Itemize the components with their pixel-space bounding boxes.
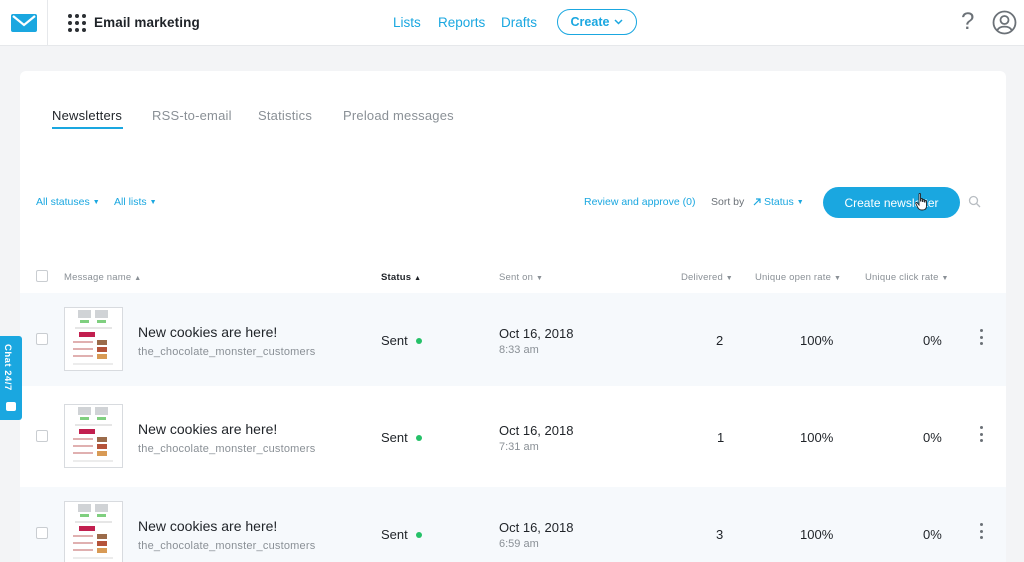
nav-lists[interactable]: Lists bbox=[393, 15, 421, 30]
status-cell: Sent bbox=[381, 527, 422, 542]
filter-statuses-label: All statuses bbox=[36, 196, 90, 208]
table-row[interactable]: New cookies are here! the_chocolate_mons… bbox=[20, 487, 1006, 562]
column-header-delivered[interactable]: Delivered ▼ bbox=[681, 272, 733, 283]
delivered-count: 1 bbox=[717, 430, 725, 445]
sort-by-select[interactable]: Status ▼ bbox=[753, 196, 804, 208]
sent-date: Oct 16, 2018 bbox=[499, 326, 574, 341]
review-and-approve-link[interactable]: Review and approve (0) bbox=[584, 196, 695, 208]
message-list: the_chocolate_monster_customers bbox=[138, 540, 316, 552]
active-tab-indicator bbox=[52, 127, 123, 129]
nav-reports[interactable]: Reports bbox=[438, 15, 485, 30]
tab-statistics[interactable]: Statistics bbox=[258, 108, 312, 123]
select-all-checkbox[interactable] bbox=[36, 270, 48, 282]
column-header-message-name[interactable]: Message name ▲ bbox=[64, 272, 141, 283]
create-newsletter-button[interactable]: Create newsletter bbox=[823, 187, 960, 218]
filter-lists-label: All lists bbox=[114, 196, 147, 208]
logo-envelope-icon[interactable] bbox=[0, 0, 48, 46]
sort-arrow-icon bbox=[753, 198, 761, 206]
help-icon[interactable]: ? bbox=[961, 8, 974, 36]
row-checkbox[interactable] bbox=[36, 333, 48, 345]
tab-preload-messages[interactable]: Preload messages bbox=[343, 108, 454, 123]
message-list: the_chocolate_monster_customers bbox=[138, 443, 316, 455]
status-cell: Sent bbox=[381, 430, 422, 445]
open-rate: 100% bbox=[800, 527, 834, 542]
hand-cursor-icon bbox=[915, 193, 927, 211]
click-rate: 0% bbox=[923, 527, 942, 542]
column-header-unique-open-rate[interactable]: Unique open rate ▼ bbox=[755, 272, 841, 283]
delivered-count: 3 bbox=[716, 527, 724, 542]
create-label: Create bbox=[570, 15, 610, 29]
newsletter-thumbnail bbox=[64, 307, 123, 371]
sent-date: Oct 16, 2018 bbox=[499, 520, 574, 535]
caret-down-icon: ▼ bbox=[796, 198, 804, 206]
sent-time: 6:59 am bbox=[499, 538, 539, 550]
sort-by-value: Status bbox=[764, 196, 794, 208]
apps-grid-icon[interactable] bbox=[68, 14, 86, 32]
click-rate: 0% bbox=[923, 430, 942, 445]
kebab-menu-icon[interactable] bbox=[979, 426, 983, 442]
tab-newsletters[interactable]: Newsletters bbox=[52, 108, 122, 123]
message-name[interactable]: New cookies are here! bbox=[138, 324, 277, 340]
filter-lists[interactable]: All lists ▼ bbox=[114, 196, 157, 208]
column-header-unique-click-rate[interactable]: Unique click rate ▼ bbox=[865, 272, 949, 283]
table-row[interactable]: New cookies are here! the_chocolate_mons… bbox=[20, 390, 1006, 483]
chat-tab[interactable]: Chat 24/7 bbox=[0, 336, 22, 420]
chat-bubble-icon bbox=[6, 402, 16, 411]
newsletter-thumbnail bbox=[64, 404, 123, 468]
open-rate: 100% bbox=[800, 430, 834, 445]
sent-date: Oct 16, 2018 bbox=[499, 423, 574, 438]
caret-down-icon: ▼ bbox=[149, 198, 157, 206]
kebab-menu-icon[interactable] bbox=[979, 523, 983, 539]
table-row[interactable]: New cookies are here! the_chocolate_mons… bbox=[20, 293, 1006, 386]
message-name[interactable]: New cookies are here! bbox=[138, 421, 277, 437]
row-checkbox[interactable] bbox=[36, 527, 48, 539]
kebab-menu-icon[interactable] bbox=[979, 329, 983, 345]
main-card: Newsletters RSS-to-email Statistics Prel… bbox=[20, 71, 1006, 562]
account-icon[interactable] bbox=[992, 10, 1017, 35]
status-cell: Sent bbox=[381, 333, 422, 348]
filter-statuses[interactable]: All statuses ▼ bbox=[36, 196, 100, 208]
status-dot-icon bbox=[415, 337, 422, 344]
chevron-down-icon bbox=[614, 19, 623, 25]
top-bar: Email marketing Lists Reports Drafts Cre… bbox=[0, 0, 1024, 46]
newsletter-thumbnail bbox=[64, 501, 123, 562]
chat-label: Chat 24/7 bbox=[2, 344, 13, 391]
delivered-count: 2 bbox=[716, 333, 724, 348]
sort-by-label: Sort by bbox=[711, 196, 745, 208]
status-dot-icon bbox=[415, 531, 422, 538]
column-header-sent-on[interactable]: Sent on ▼ bbox=[499, 272, 543, 283]
row-checkbox[interactable] bbox=[36, 430, 48, 442]
column-header-status[interactable]: Status ▲ bbox=[381, 272, 421, 283]
message-name[interactable]: New cookies are here! bbox=[138, 518, 277, 534]
search-icon[interactable] bbox=[968, 195, 982, 209]
sent-time: 7:31 am bbox=[499, 441, 539, 453]
click-rate: 0% bbox=[923, 333, 942, 348]
sent-time: 8:33 am bbox=[499, 344, 539, 356]
message-list: the_chocolate_monster_customers bbox=[138, 346, 316, 358]
status-dot-icon bbox=[415, 434, 422, 441]
nav-drafts[interactable]: Drafts bbox=[501, 15, 537, 30]
caret-down-icon: ▼ bbox=[92, 198, 100, 206]
tab-rss-to-email[interactable]: RSS-to-email bbox=[152, 108, 232, 123]
app-title: Email marketing bbox=[94, 15, 200, 30]
create-button[interactable]: Create bbox=[557, 9, 637, 35]
open-rate: 100% bbox=[800, 333, 834, 348]
